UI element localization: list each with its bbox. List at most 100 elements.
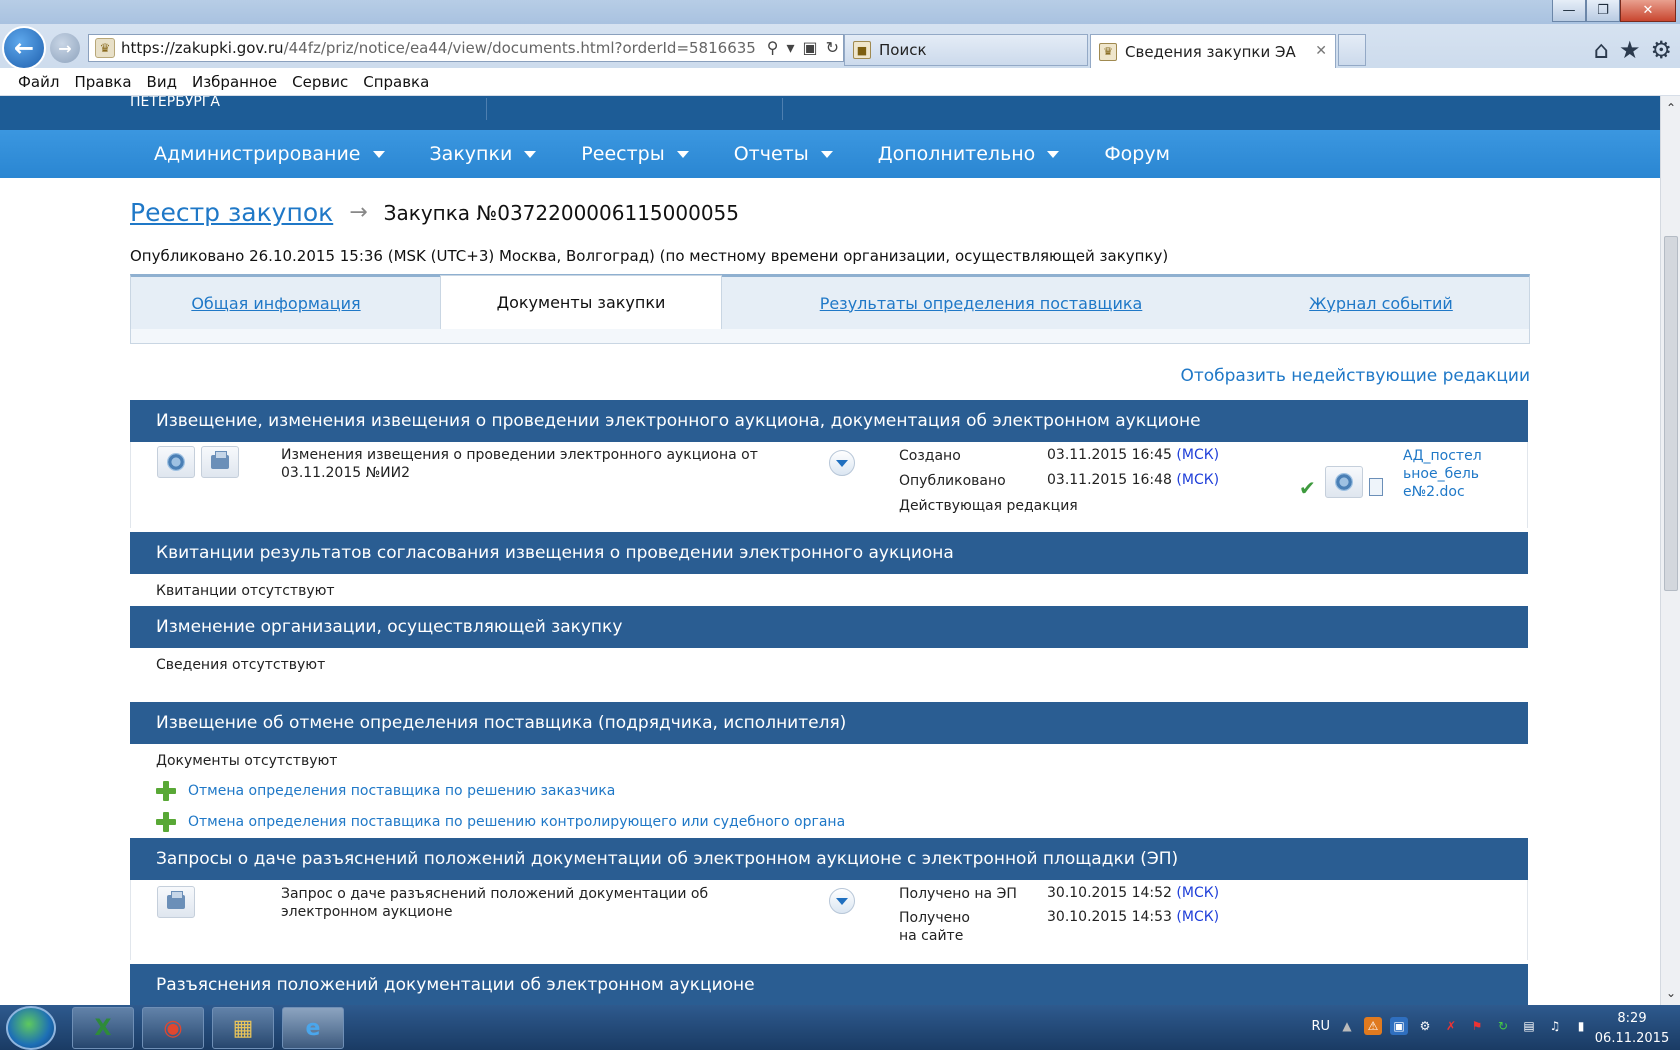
notice-document-row: Изменения извещения о проведении электро… [130, 442, 1528, 528]
tab-event-log[interactable]: Журнал событий [1231, 277, 1531, 329]
network-icon[interactable]: ▲ [1338, 1017, 1356, 1035]
refresh-icon[interactable]: ↻ [826, 38, 839, 57]
browser-toolbar-icons: ⌂ ★ ⚙ [1594, 36, 1672, 64]
tab-general-info[interactable]: Общая информация [131, 277, 421, 329]
plus-icon [156, 781, 176, 801]
close-window-button[interactable]: ✕ [1620, 0, 1676, 22]
menu-edit[interactable]: Правка [74, 73, 131, 91]
monitor-icon[interactable]: ▤ [1520, 1017, 1538, 1035]
address-bar[interactable]: ♛ https://zakupki.gov.ru/44fz/priz/notic… [88, 34, 844, 62]
nav-procurements[interactable]: Закупки [430, 143, 537, 165]
volume-icon[interactable]: ♫ [1546, 1017, 1564, 1035]
new-tab-button[interactable] [1338, 34, 1366, 66]
page-title: Закупка №0372200006115000055 [383, 200, 739, 225]
home-icon[interactable]: ⌂ [1594, 36, 1609, 64]
tab-label: Поиск [879, 41, 927, 59]
maximize-button[interactable]: ❐ [1586, 0, 1620, 22]
procurement-tabs: Общая информация Документы закупки Резул… [130, 274, 1530, 344]
print-button[interactable] [157, 886, 195, 918]
nav-administration[interactable]: Администрирование [154, 143, 385, 165]
system-clock[interactable]: 8:29 06.11.2015 [1594, 1009, 1670, 1049]
request-document-title[interactable]: Запрос о даче разъяснений положений доку… [281, 885, 801, 921]
nav-registries[interactable]: Реестры [581, 143, 689, 165]
tab-search[interactable]: ■ Поиск [844, 34, 1088, 66]
explorer-folder-icon[interactable]: ▦ [212, 1007, 274, 1049]
created-value: 03.11.2015 16:45 (МСК) [1047, 447, 1219, 463]
settings-tray-icon[interactable]: ⚙ [1416, 1017, 1434, 1035]
breadcrumb-registry-link[interactable]: Реестр закупок [130, 198, 333, 227]
scroll-down-icon[interactable]: ⌄ [1661, 983, 1680, 1003]
antivirus-icon[interactable]: ✗ [1442, 1017, 1460, 1035]
site-emblem-icon: ♛ [95, 38, 115, 58]
address-bar-icons: ⚲ ▾ ▣ ↻ [767, 38, 839, 57]
header-divider [486, 98, 487, 120]
caret-down-icon [1047, 150, 1060, 158]
chrome-icon[interactable]: ◉ [142, 1007, 204, 1049]
caret-down-icon [820, 150, 833, 158]
scrollbar-thumb[interactable] [1664, 236, 1678, 591]
published-value: 03.11.2015 16:48 (МСК) [1047, 472, 1219, 488]
org-name: ПЕТЕРБУРГА [130, 96, 220, 110]
header-divider [782, 98, 783, 120]
tab-supplier-results[interactable]: Результаты определения поставщика [771, 277, 1191, 329]
edition-status: Действующая редакция [899, 498, 1078, 514]
menu-file[interactable]: Файл [18, 73, 59, 91]
menu-help[interactable]: Справка [363, 73, 429, 91]
start-button[interactable] [6, 1006, 56, 1050]
nav-additional[interactable]: Дополнительно [878, 143, 1060, 165]
attached-file-link[interactable]: АД_постельное_белье№2.doc [1403, 447, 1485, 501]
app-tray-icon[interactable]: ▣ [1390, 1017, 1408, 1035]
close-tab-icon[interactable]: ✕ [1315, 43, 1327, 59]
clock-date: 06.11.2015 [1594, 1031, 1670, 1046]
dropdown-icon[interactable]: ▾ [786, 38, 794, 57]
lock-icon[interactable]: ▣ [802, 38, 817, 57]
link-label: Отмена определения поставщика по решению… [188, 814, 846, 830]
minimize-button[interactable]: — [1552, 0, 1586, 22]
page-content: ПЕТЕРБУРГА Администрирование Закупки Рее… [0, 96, 1660, 1005]
created-label: Создано [899, 448, 961, 464]
document-icon[interactable] [1369, 478, 1383, 496]
favorites-star-icon[interactable]: ★ [1619, 36, 1641, 64]
arrow-right-icon: → [349, 200, 368, 225]
nav-label: Администрирование [154, 143, 361, 165]
tab-documents[interactable]: Документы закупки [440, 275, 722, 329]
cancellation-empty-text: Документы отсутствуют [156, 753, 338, 769]
sync-icon[interactable]: ↻ [1494, 1017, 1512, 1035]
add-cancel-customer-link[interactable]: Отмена определения поставщика по решению… [156, 781, 615, 801]
show-inactive-editions-link[interactable]: Отобразить недействующие редакции [1180, 366, 1530, 386]
menu-tools[interactable]: Сервис [292, 73, 348, 91]
internet-explorer-icon[interactable]: e [282, 1007, 344, 1049]
seal-icon [1335, 473, 1353, 491]
flag-icon[interactable]: ⚑ [1468, 1017, 1486, 1035]
timezone-label: (МСК) [1176, 909, 1220, 925]
battery-icon[interactable]: ▮ [1572, 1017, 1590, 1035]
forward-button[interactable]: → [50, 33, 80, 63]
scroll-up-icon[interactable]: ⌃ [1661, 98, 1680, 118]
print-button[interactable] [201, 446, 239, 478]
published-label: Опубликовано [899, 473, 1006, 489]
nav-label: Отчеты [733, 143, 809, 165]
menu-favorites[interactable]: Избранное [192, 73, 277, 91]
notification-icon[interactable]: ⚠ [1364, 1017, 1382, 1035]
notice-document-title[interactable]: Изменения извещения о проведении электро… [281, 446, 801, 482]
language-indicator[interactable]: RU [1311, 1019, 1330, 1034]
section-header-org-change: Изменение организации, осуществляющей за… [130, 606, 1528, 648]
expand-button[interactable] [829, 450, 855, 476]
nav-reports[interactable]: Отчеты [734, 143, 833, 165]
search-icon[interactable]: ⚲ [767, 38, 779, 57]
received-ep-label: Получено на ЭП [899, 886, 1017, 902]
signature-button[interactable] [157, 446, 195, 478]
excel-icon[interactable]: X [72, 1007, 134, 1049]
org-change-empty-text: Сведения отсутствуют [156, 657, 326, 673]
add-cancel-authority-link[interactable]: Отмена определения поставщика по решению… [156, 812, 845, 832]
expand-button[interactable] [829, 888, 855, 914]
nav-forum[interactable]: Форум [1104, 143, 1170, 165]
gear-icon[interactable]: ⚙ [1650, 36, 1672, 64]
file-signature-button[interactable] [1325, 466, 1363, 498]
tab-procurement[interactable]: ♛ Сведения закупки ЭА ✕ [1090, 34, 1336, 68]
vertical-scrollbar[interactable]: ⌃ ⌄ [1660, 96, 1680, 1005]
chevron-down-icon [836, 459, 848, 467]
back-button[interactable]: ← [2, 26, 46, 70]
checkmark-icon: ✔ [1299, 476, 1316, 500]
menu-view[interactable]: Вид [147, 73, 177, 91]
